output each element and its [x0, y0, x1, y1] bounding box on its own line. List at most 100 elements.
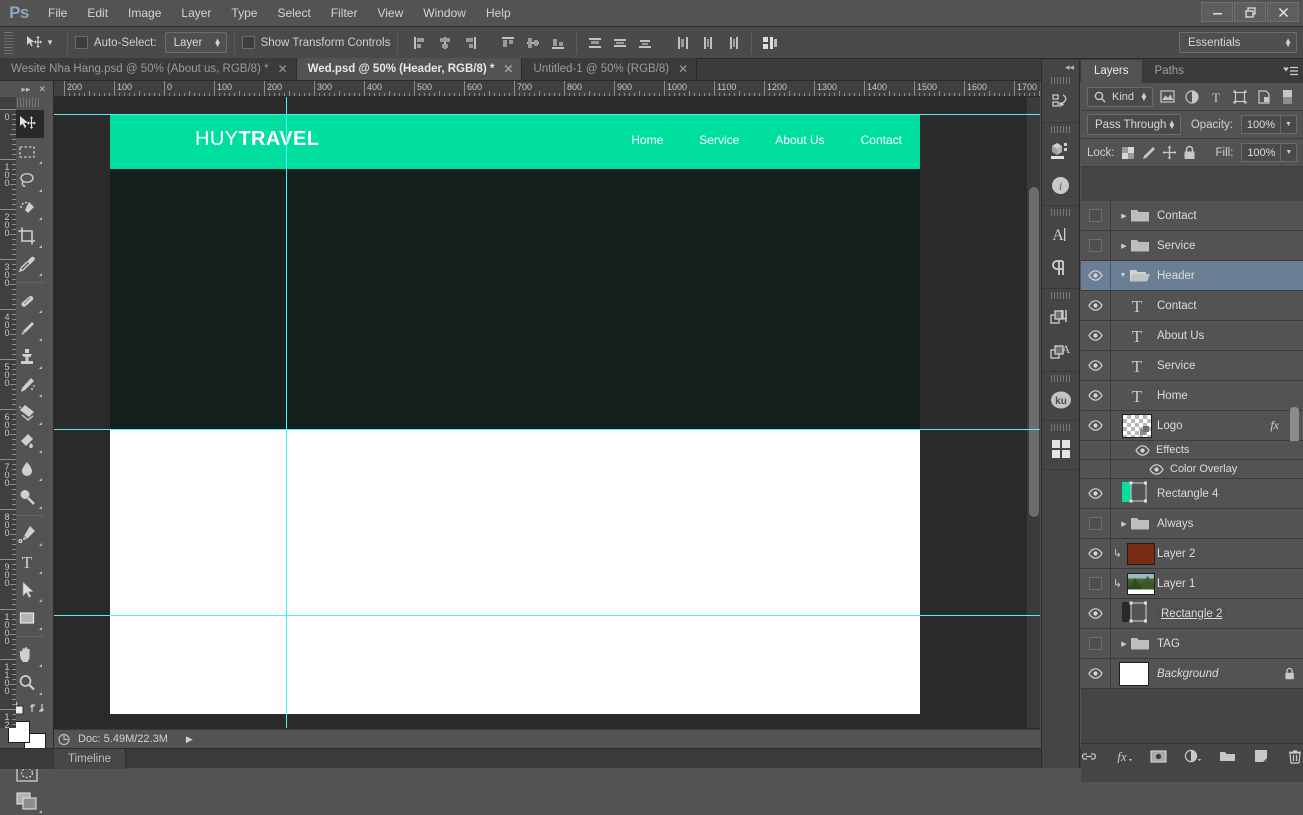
options-bar-grip[interactable] — [4, 31, 13, 54]
vertical-ruler[interactable]: 0 100 200 300 400 500 600 700 800 900 1000 1100 12 — [0, 97, 16, 728]
lock-position-icon[interactable] — [1162, 143, 1177, 163]
close-icon[interactable]: ✕ — [503, 63, 513, 75]
layer-row[interactable]: ▶ Service — [1081, 231, 1303, 261]
paragraph-styles-panel-icon[interactable]: A — [1042, 334, 1079, 368]
layer-visibility-toggle[interactable] — [1081, 261, 1111, 290]
lock-image-pixels-icon[interactable] — [1141, 143, 1156, 163]
layer-effect-item[interactable]: Color Overlay — [1081, 460, 1303, 479]
layer-visibility-toggle[interactable] — [1081, 351, 1111, 380]
3d-panel-icon[interactable] — [1042, 134, 1079, 168]
close-icon[interactable]: ✕ — [678, 63, 688, 75]
align-bottom-edges-icon[interactable] — [547, 32, 569, 54]
add-layer-mask-icon[interactable] — [1150, 747, 1167, 766]
panel-menu-icon[interactable] — [1283, 66, 1298, 80]
layer-visibility-toggle[interactable] — [1081, 321, 1111, 350]
type-filter-icon[interactable]: T — [1207, 87, 1225, 107]
layer-row[interactable]: T Service — [1081, 351, 1303, 381]
distribute-vertical-centers-icon[interactable] — [609, 32, 631, 54]
layer-visibility-toggle[interactable] — [1081, 509, 1111, 538]
layer-row[interactable]: ↳ Layer 2 — [1081, 539, 1303, 569]
layer-name[interactable]: Home — [1157, 390, 1188, 402]
layer-name[interactable]: Rectangle 2 — [1157, 607, 1227, 620]
layer-name[interactable]: Background — [1157, 668, 1218, 680]
document-tab-2[interactable]: Untitled-1 @ 50% (RGB/8) ✕ — [522, 58, 698, 80]
effect-visibility-icon[interactable] — [1149, 463, 1164, 475]
dock-grip[interactable] — [1050, 424, 1071, 431]
layer-visibility-toggle[interactable] — [1081, 599, 1111, 628]
layer-row[interactable]: ▶ Contact — [1081, 201, 1303, 231]
auto-align-layers-icon[interactable] — [759, 32, 781, 54]
chevron-down-icon[interactable]: ▼ — [1117, 272, 1129, 279]
layer-row[interactable]: ▶ TAG — [1081, 629, 1303, 659]
menu-item-layer[interactable]: Layer — [171, 0, 221, 27]
status-expand-icon[interactable]: ▶ — [186, 734, 193, 745]
align-left-edges-icon[interactable] — [409, 32, 431, 54]
guide-horizontal-lower[interactable] — [54, 615, 1040, 616]
fill-value[interactable]: 100% — [1241, 143, 1282, 162]
align-horizontal-centers-icon[interactable] — [434, 32, 456, 54]
lock-transparent-pixels-icon[interactable] — [1121, 143, 1135, 163]
layer-name[interactable]: Service — [1157, 240, 1195, 252]
layer-row[interactable]: Rectangle 4 — [1081, 479, 1303, 509]
layer-name[interactable]: TAG — [1157, 638, 1180, 650]
distribute-left-edges-icon[interactable] — [672, 32, 694, 54]
align-right-edges-icon[interactable] — [459, 32, 481, 54]
dock-grip[interactable] — [1050, 209, 1071, 216]
layer-row[interactable]: Logo fx — [1081, 406, 1303, 445]
new-group-icon[interactable] — [1219, 747, 1236, 766]
opacity-slider-chevron-icon[interactable]: ▼ — [1281, 115, 1297, 134]
layer-name[interactable]: Header — [1157, 270, 1195, 282]
toolbox-grip[interactable] — [14, 98, 40, 107]
character-styles-panel-icon[interactable] — [1042, 300, 1079, 334]
new-adjustment-layer-icon[interactable] — [1184, 747, 1202, 766]
adjustment-filter-icon[interactable] — [1183, 87, 1201, 107]
expand-dock-icon[interactable]: ◂◂ — [1042, 60, 1079, 74]
layer-row[interactable]: T Contact — [1081, 291, 1303, 321]
screen-mode-button[interactable] — [10, 787, 44, 815]
layer-name[interactable]: Rectangle 4 — [1157, 488, 1218, 500]
layer-row[interactable]: T About Us — [1081, 321, 1303, 351]
chevron-right-icon[interactable]: ▶ — [1118, 212, 1130, 220]
paragraph-panel-icon[interactable] — [1042, 251, 1079, 285]
auto-select-scope-dropdown[interactable]: Layer ▲ ▼ — [164, 32, 227, 53]
layer-name[interactable]: Contact — [1157, 210, 1197, 222]
layer-visibility-toggle[interactable] — [1081, 569, 1111, 598]
kuler-panel-icon[interactable]: ku — [1042, 383, 1079, 417]
guide-vertical[interactable] — [286, 97, 287, 728]
status-proxy-icon[interactable] — [58, 733, 72, 746]
shape-filter-icon[interactable] — [1231, 87, 1249, 107]
panel-tab-paths[interactable]: Paths — [1142, 60, 1197, 83]
close-button[interactable] — [1267, 2, 1299, 22]
layer-visibility-toggle[interactable] — [1081, 201, 1111, 230]
fill-slider-chevron-icon[interactable]: ▼ — [1281, 143, 1298, 162]
chevron-right-icon[interactable]: ▶ — [1118, 242, 1130, 250]
current-tool-preview[interactable]: ▼ — [19, 34, 60, 52]
menu-item-filter[interactable]: Filter — [321, 0, 368, 27]
tool-preset-chevron-icon[interactable]: ▼ — [46, 38, 54, 47]
layer-visibility-toggle[interactable] — [1081, 291, 1111, 320]
menu-item-edit[interactable]: Edit — [77, 0, 118, 27]
menu-item-select[interactable]: Select — [267, 0, 320, 27]
layer-name[interactable]: About Us — [1157, 330, 1204, 342]
restore-button[interactable] — [1234, 2, 1266, 22]
swap-colors-icon[interactable] — [29, 701, 44, 715]
menu-item-view[interactable]: View — [367, 0, 413, 27]
menu-item-help[interactable]: Help — [476, 0, 521, 27]
effect-visibility-icon[interactable] — [1135, 444, 1150, 456]
smart-object-filter-icon[interactable] — [1255, 87, 1273, 107]
workspace-dropdown[interactable]: Essentials ▲ ▼ — [1179, 32, 1297, 53]
close-icon[interactable]: ✕ — [278, 63, 288, 75]
collapse-panel-icon[interactable]: ▸▸ — [21, 84, 30, 95]
mini-bridge-panel-icon[interactable] — [1042, 432, 1079, 466]
layer-visibility-toggle[interactable] — [1081, 231, 1111, 260]
layer-filter-kind-dropdown[interactable]: Kind ▲ ▼ — [1087, 86, 1153, 107]
close-icon[interactable]: ✕ — [38, 84, 46, 95]
chevron-right-icon[interactable]: ▶ — [1118, 640, 1130, 648]
distribute-right-edges-icon[interactable] — [722, 32, 744, 54]
auto-select-checkbox[interactable] — [74, 36, 88, 49]
layer-name[interactable]: Layer 1 — [1157, 578, 1195, 590]
menu-item-window[interactable]: Window — [413, 0, 476, 27]
blend-mode-dropdown[interactable]: Pass Through ▲ ▼ — [1087, 114, 1181, 135]
layer-list[interactable]: ▶ Contact ▶ Service ▼ Header T Contact T About Us… — [1081, 201, 1303, 782]
guide-horizontal-top[interactable] — [54, 114, 1040, 115]
